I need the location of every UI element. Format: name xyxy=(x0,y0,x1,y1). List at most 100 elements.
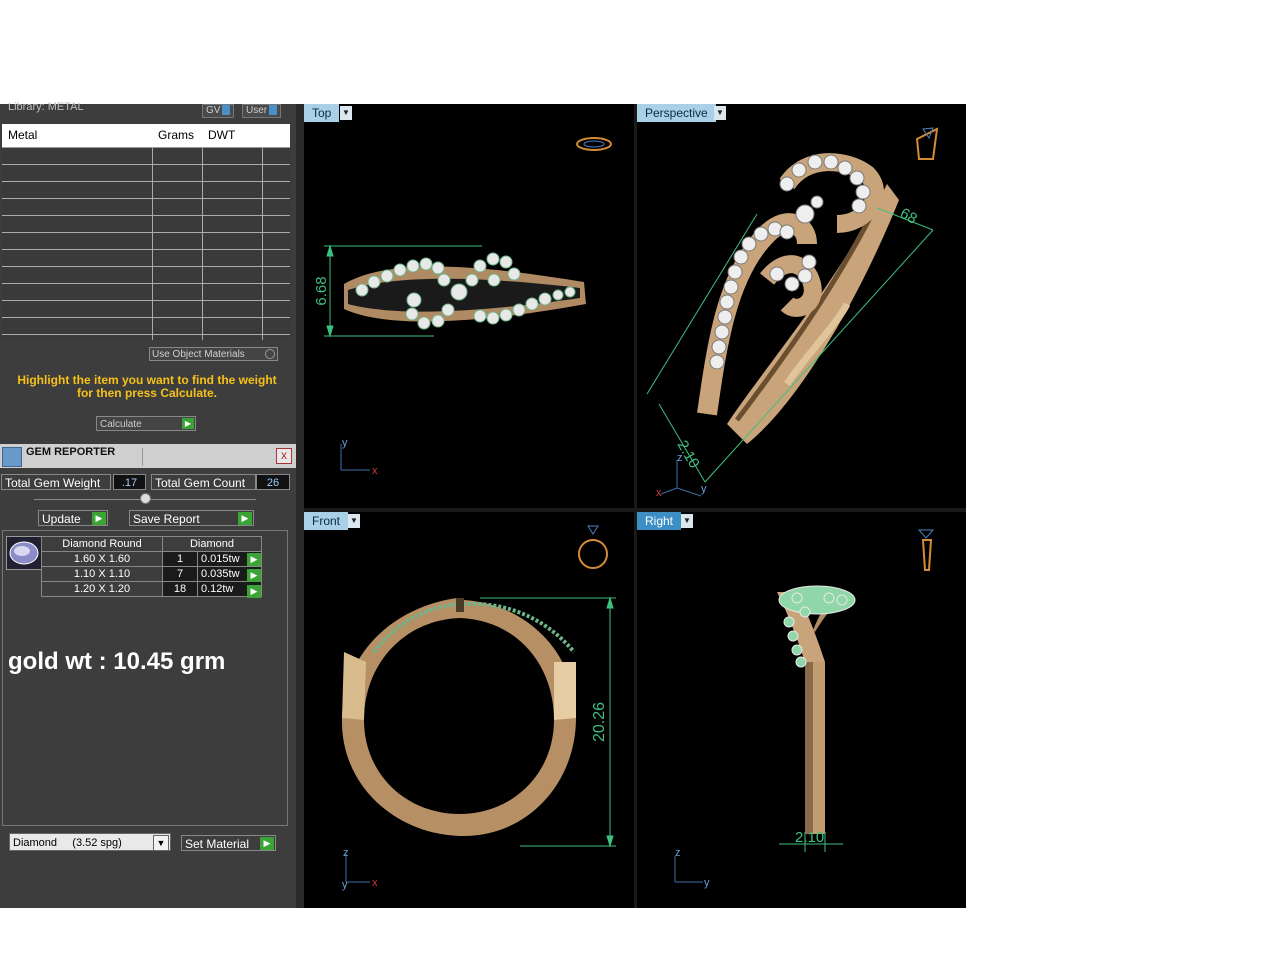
gem-reporter-header: GEM REPORTER x xyxy=(0,444,296,468)
gem-reporter-icon xyxy=(2,447,22,467)
material-select-value: Diamond (3.52 spg) xyxy=(13,837,122,849)
table-row[interactable] xyxy=(2,182,290,199)
axis-label-y: y xyxy=(704,877,710,889)
row-play-icon[interactable]: ▶ xyxy=(247,553,261,566)
chevron-down-icon[interactable]: ▼ xyxy=(153,835,169,851)
gem-size: 1.10 X 1.10 xyxy=(41,566,163,582)
gem-count: 1 xyxy=(162,551,198,567)
save-report-label: Save Report xyxy=(133,512,200,526)
table-row[interactable] xyxy=(2,233,290,250)
tab-top[interactable]: Top xyxy=(304,104,340,122)
close-icon[interactable]: x xyxy=(276,448,292,464)
table-row[interactable] xyxy=(2,165,290,182)
hint-text: Highlight the item you want to find the … xyxy=(6,374,288,400)
material-select[interactable]: Diamond (3.52 spg) ▼ xyxy=(9,833,171,851)
axis-label-z: z xyxy=(675,847,681,859)
gold-weight-note: gold wt : 10.45 grm xyxy=(8,648,226,675)
row-play-icon[interactable]: ▶ xyxy=(247,585,261,598)
library-title: Library: METAL xyxy=(8,101,84,113)
update-button[interactable]: Update ▶ xyxy=(38,510,108,526)
table-row[interactable] xyxy=(2,301,290,318)
calculate-label: Calculate xyxy=(100,419,142,430)
right-view-drawing: 2.10 z y xyxy=(674,529,935,889)
slider-handle[interactable] xyxy=(140,493,151,504)
gem-table: Diamond Round Diamond 1.60 X 1.60 1 0.01… xyxy=(41,536,262,597)
user-indicator-icon xyxy=(269,105,278,115)
radio-icon xyxy=(265,349,275,359)
metal-table[interactable]: Metal Grams DWT xyxy=(2,124,290,340)
set-material-button[interactable]: Set Material ▶ xyxy=(181,835,276,851)
gem-col-shape: Diamond Round xyxy=(41,536,163,552)
top-dimension-label: 6.68 xyxy=(313,276,330,305)
chevron-down-icon[interactable]: ▼ xyxy=(681,514,693,528)
total-gem-count-label: Total Gem Count xyxy=(151,474,256,490)
axis-label-y: y xyxy=(342,437,348,449)
ring-orientation-icon xyxy=(578,525,608,569)
left-panel: Library: METAL GV User Metal Grams DWT U… xyxy=(0,101,296,908)
top-view-drawing: 6.68 y x xyxy=(313,137,612,477)
perspective-dimension-label: 68 xyxy=(897,205,920,228)
table-row[interactable]: 1.10 X 1.10 7 0.035tw xyxy=(41,566,262,582)
table-row[interactable] xyxy=(2,267,290,284)
axis-label-x: x xyxy=(372,465,378,477)
gv-indicator-icon xyxy=(222,105,231,115)
play-icon: ▶ xyxy=(182,418,194,429)
calculate-button[interactable]: Calculate ▶ xyxy=(96,416,196,431)
right-dimension-label: 2.10 xyxy=(795,829,824,846)
table-row[interactable] xyxy=(2,148,290,165)
perspective-view-drawing: 68 2.10 z y x xyxy=(646,127,939,499)
viewport-front[interactable]: 20.26 z x y Front ▼ xyxy=(304,512,634,908)
gem-reporter-title: GEM REPORTER xyxy=(26,446,116,458)
axis-label-y: y xyxy=(701,483,707,495)
row-play-icon[interactable]: ▶ xyxy=(247,569,261,582)
play-icon: ▶ xyxy=(92,512,106,525)
table-row[interactable] xyxy=(2,284,290,301)
set-material-label: Set Material xyxy=(185,837,250,851)
use-object-materials-toggle[interactable]: Use Object Materials xyxy=(149,347,278,361)
chevron-down-icon[interactable]: ▼ xyxy=(348,514,360,528)
axis-label-z: z xyxy=(343,847,349,859)
tab-front[interactable]: Front xyxy=(304,512,349,530)
gem-size: 1.60 X 1.60 xyxy=(41,551,163,567)
table-row[interactable] xyxy=(2,250,290,267)
col-metal[interactable]: Metal xyxy=(8,128,37,142)
metal-table-header: Metal Grams DWT xyxy=(2,124,290,148)
diamond-icon xyxy=(9,541,39,565)
table-row[interactable] xyxy=(2,318,290,335)
gv-button[interactable]: GV xyxy=(202,104,235,118)
user-button[interactable]: User xyxy=(242,104,282,118)
play-icon: ▶ xyxy=(260,837,274,850)
use-object-materials-label: Use Object Materials xyxy=(152,349,245,360)
chevron-down-icon[interactable]: ▼ xyxy=(714,106,726,120)
viewport-top[interactable]: 6.68 y x Top ▼ xyxy=(304,104,634,508)
gem-col-type: Diamond xyxy=(162,536,262,552)
axis-label-x: x xyxy=(656,487,662,499)
tab-perspective[interactable]: Perspective xyxy=(637,104,716,122)
save-report-button[interactable]: Save Report ▶ xyxy=(129,510,254,526)
ring-orientation-icon xyxy=(917,529,935,571)
chevron-down-icon[interactable]: ▼ xyxy=(340,106,352,120)
play-icon: ▶ xyxy=(238,512,252,525)
panel-divider[interactable] xyxy=(296,104,304,908)
table-row[interactable] xyxy=(2,199,290,216)
viewport-right[interactable]: 2.10 z y Right ▼ xyxy=(637,512,966,908)
col-grams[interactable]: Grams xyxy=(158,128,194,142)
total-gem-count-value: 26 xyxy=(256,474,290,490)
gem-count: 7 xyxy=(162,566,198,582)
hint-line-2: for then press Calculate. xyxy=(76,386,218,400)
total-gem-weight-value: .17 xyxy=(113,474,146,490)
gem-count: 18 xyxy=(162,581,198,597)
diamond-round-thumbnail xyxy=(6,536,42,570)
table-row[interactable] xyxy=(2,216,290,233)
viewport-perspective[interactable]: 68 2.10 z y x Perspective ▼ xyxy=(637,104,966,508)
table-row[interactable]: 1.20 X 1.20 18 0.12tw xyxy=(41,581,262,597)
tab-right[interactable]: Right xyxy=(637,512,682,530)
jewelry-cad-app: Library: METAL GV User Metal Grams DWT U… xyxy=(0,101,966,908)
table-row[interactable]: 1.60 X 1.60 1 0.015tw xyxy=(41,551,262,567)
col-dwt[interactable]: DWT xyxy=(208,128,235,142)
axis-label-z: z xyxy=(677,452,683,464)
update-label: Update xyxy=(42,512,81,526)
ring-orientation-icon xyxy=(576,137,612,151)
gem-size: 1.20 X 1.20 xyxy=(41,581,163,597)
ring-orientation-icon xyxy=(915,127,939,160)
